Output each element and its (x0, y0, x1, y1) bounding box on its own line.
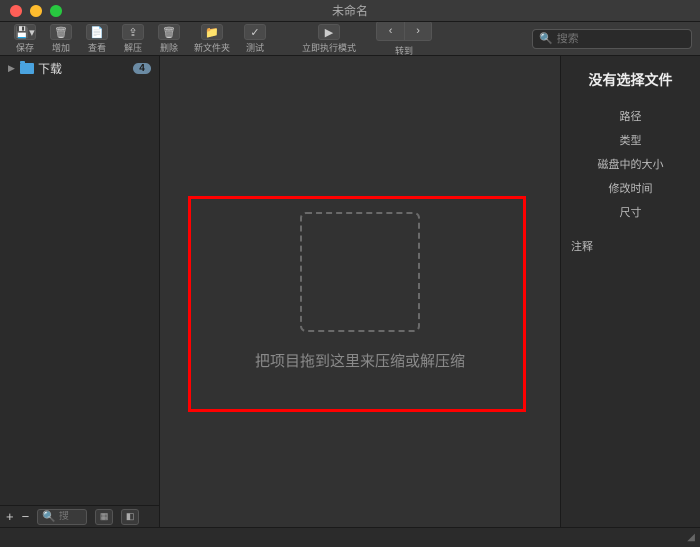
test-icon: ✓ (244, 24, 266, 40)
execmode-button[interactable]: ▶ 立即执行模式 (296, 23, 362, 54)
extract-button[interactable]: ⇪ 解压 (116, 23, 150, 54)
newfolder-icon: 📁 (201, 24, 223, 40)
disclosure-triangle-icon[interactable]: ▶ (8, 63, 16, 74)
newfolder-button[interactable]: 📁 新文件夹 (188, 23, 236, 54)
chevron-left-icon: ‹ (389, 25, 393, 37)
sidebar-item-downloads[interactable]: ▶ 下载 4 (0, 56, 159, 81)
toolbar: 💾▾ 保存 🗑 增加 📄 查看 ⇪ 解压 🗑 删除 📁 新文件夹 ✓ 测试 ▶ (0, 22, 700, 56)
search-input[interactable] (557, 33, 699, 45)
window-title: 未命名 (0, 2, 700, 19)
inspector-row-modified: 修改时间 (569, 176, 692, 200)
sidebar-remove-button[interactable]: − (22, 509, 30, 524)
delete-icon: 🗑 (158, 24, 180, 40)
inspector-panel: 没有选择文件 路径 类型 磁盘中的大小 修改时间 尺寸 注释 (560, 56, 700, 527)
resize-handle-icon[interactable]: ◢ (687, 532, 694, 543)
search-icon: 🔍 (42, 510, 56, 523)
sidebar-item-label: 下载 (38, 60, 129, 77)
test-button[interactable]: ✓ 测试 (238, 23, 272, 54)
view-icon: 📄 (86, 24, 108, 40)
save-icon: 💾▾ (14, 24, 36, 40)
nav-back-button[interactable]: ‹ (376, 21, 404, 41)
add-button[interactable]: 🗑 增加 (44, 23, 78, 54)
statusbar: ◢ (0, 527, 700, 547)
delete-button[interactable]: 🗑 删除 (152, 23, 186, 54)
sidebar: ▶ 下载 4 + − 🔍 ▦ ◧ (0, 56, 160, 527)
view-button[interactable]: 📄 查看 (80, 23, 114, 54)
titlebar: 未命名 (0, 0, 700, 22)
add-icon: 🗑 (50, 24, 72, 40)
sidebar-search-input[interactable] (59, 511, 82, 522)
inspector-row-size: 磁盘中的大小 (569, 152, 692, 176)
window-controls (0, 5, 62, 17)
inspector-notes-label: 注释 (569, 238, 692, 254)
drop-target-box (300, 212, 420, 332)
inspector-title: 没有选择文件 (569, 70, 692, 90)
search-icon: 🔍 (539, 32, 553, 45)
execmode-icon: ▶ (318, 24, 340, 40)
sidebar-mode1-button[interactable]: ▦ (95, 509, 113, 525)
save-button[interactable]: 💾▾ 保存 (8, 23, 42, 54)
inspector-row-path: 路径 (569, 104, 692, 128)
folder-icon (20, 63, 34, 74)
sidebar-mode2-button[interactable]: ◧ (121, 509, 139, 525)
extract-icon: ⇪ (122, 24, 144, 40)
sidebar-add-button[interactable]: + (6, 509, 14, 524)
minimize-window-button[interactable] (30, 5, 42, 17)
drop-zone[interactable]: 把项目拖到这里来压缩或解压缩 (255, 212, 465, 371)
nav-forward-button[interactable]: › (404, 21, 432, 41)
sidebar-footer: + − 🔍 ▦ ◧ (0, 505, 159, 527)
zoom-window-button[interactable] (50, 5, 62, 17)
inspector-row-type: 类型 (569, 128, 692, 152)
sidebar-search-field[interactable]: 🔍 (37, 509, 87, 525)
chevron-right-icon: › (416, 25, 420, 37)
content-area: 把项目拖到这里来压缩或解压缩 (160, 56, 560, 527)
sidebar-item-badge: 4 (133, 63, 151, 74)
search-field[interactable]: 🔍 (532, 29, 692, 49)
close-window-button[interactable] (10, 5, 22, 17)
inspector-row-dimensions: 尺寸 (569, 200, 692, 224)
drop-zone-label: 把项目拖到这里来压缩或解压缩 (255, 350, 465, 371)
